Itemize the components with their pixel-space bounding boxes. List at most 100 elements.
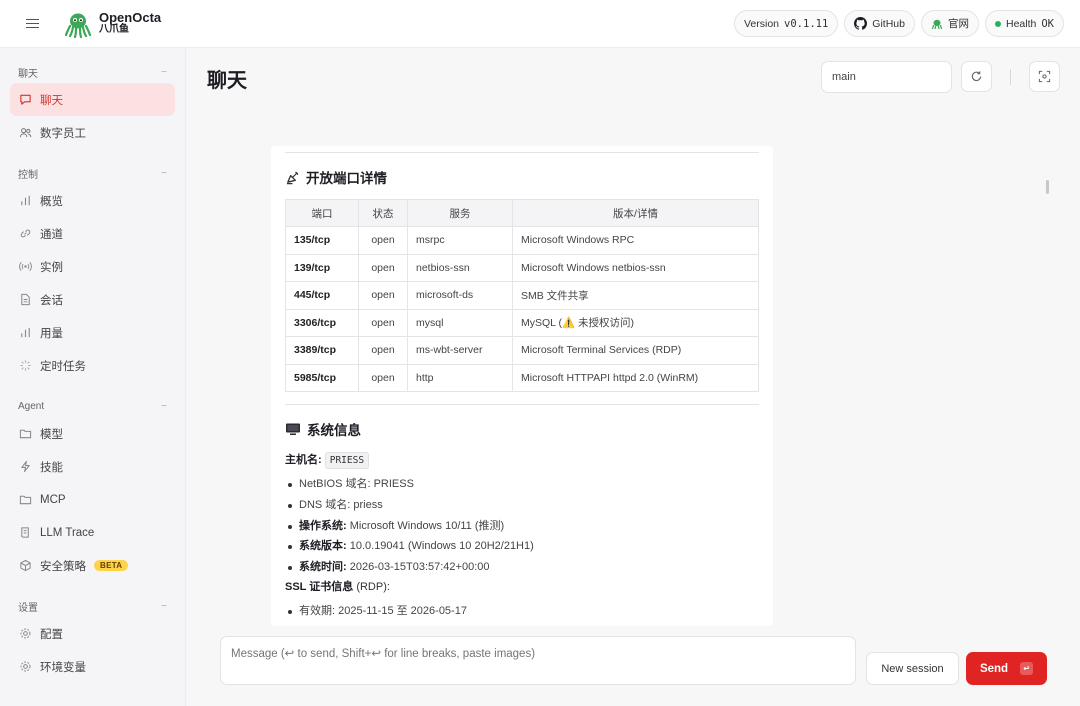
sidebar-item-skills[interactable]: 技能: [10, 450, 175, 483]
github-label: GitHub: [872, 17, 905, 30]
sidebar-item-digital-employees[interactable]: 数字员工: [10, 116, 175, 149]
send-button[interactable]: Send ↵: [966, 652, 1047, 685]
collapse-icon: −: [161, 66, 167, 78]
sidebar-item-label: 定时任务: [40, 360, 86, 373]
item-value: 2026-03-15T03:57:42+00:00: [346, 561, 490, 574]
table-header: 端口: [285, 199, 359, 227]
toolbar-divider: [1010, 69, 1011, 85]
octopus-small-icon: [931, 19, 943, 29]
health-label: Health: [1005, 17, 1037, 30]
section-header-control[interactable]: 控制 −: [10, 162, 175, 184]
sidebar-item-label: 通道: [40, 228, 63, 241]
version-label: Version: [744, 17, 780, 30]
section-title: Agent: [18, 400, 45, 412]
broadcast-icon: [19, 261, 32, 272]
hostname-label: 主机名:: [285, 454, 322, 466]
table-cell: netbios-ssn: [407, 253, 513, 282]
section-header-chat[interactable]: 聊天 −: [10, 61, 175, 83]
session-key-input[interactable]: [821, 61, 952, 93]
sidebar-item-label: MCP: [40, 493, 66, 506]
sidebar-item-instances[interactable]: 实例: [10, 250, 175, 283]
list-item: 有效期: 2025-11-15 至 2026-05-17: [285, 601, 759, 622]
ssl-heading: SSL 证书信息 (RDP):: [285, 578, 759, 594]
github-link[interactable]: GitHub: [844, 10, 915, 37]
sidebar-item-mcp[interactable]: MCP: [10, 483, 175, 516]
sidebar-item-label: 概览: [40, 195, 63, 208]
item-label: 操作系统:: [299, 519, 347, 532]
brand-subtitle: 八爪鱼: [99, 24, 129, 36]
hamburger-icon: [25, 22, 39, 25]
refresh-button[interactable]: [961, 61, 992, 92]
table-cell: msrpc: [407, 226, 513, 255]
table-cell: open: [358, 226, 408, 255]
sidebar-item-channels[interactable]: 通道: [10, 217, 175, 250]
satellite-icon: [286, 171, 299, 184]
table-cell: Microsoft Terminal Services (RDP): [512, 336, 759, 365]
table-cell: 3306/tcp: [285, 308, 359, 337]
document-icon: [21, 293, 30, 306]
table-cell: 135/tcp: [285, 226, 359, 255]
section-title: 控制: [18, 169, 38, 181]
heading-text: 系统信息: [307, 423, 361, 438]
github-icon: [854, 17, 868, 30]
sidebar-item-models[interactable]: 模型: [10, 417, 175, 450]
focus-icon: [1038, 70, 1051, 83]
chat-scrollbar[interactable]: [1046, 180, 1049, 194]
table-cell: mysql: [407, 308, 513, 337]
sidebar-item-label: 模型: [40, 428, 63, 441]
item-value: 2025-11-15 至 2026-05-17: [335, 604, 467, 617]
version-value: v0.1.11: [784, 17, 829, 30]
list-item: 系统版本: 10.0.19041 (Windows 10 20H2/21H1): [285, 536, 759, 557]
table-cell: 5985/tcp: [285, 363, 359, 392]
sidebar-item-config[interactable]: 配置: [10, 617, 175, 650]
sidebar-item-label: 用量: [40, 327, 63, 340]
table-row: 5985/tcp open http Microsoft HTTPAPI htt…: [285, 363, 759, 392]
sidebar-item-label: 聊天: [40, 94, 63, 107]
main-content: 聊天 开放端口详情 端口 状态 服务 版本/详情 135/tcp: [187, 48, 1080, 706]
sidebar-item-label: 安全策略: [40, 560, 86, 573]
sidebar-item-llm-trace[interactable]: LLM Trace: [10, 516, 175, 549]
monitor-icon: [286, 423, 300, 435]
health-status: Health OK: [984, 10, 1064, 37]
gear-icon: [20, 661, 31, 672]
bar-chart-icon: [21, 327, 30, 338]
sidebar-item-env-vars[interactable]: 环境变量: [10, 650, 175, 683]
sidebar-item-label: 数字员工: [40, 127, 86, 140]
sidebar-item-sessions[interactable]: 会话: [10, 283, 175, 316]
menu-toggle-button[interactable]: [0, 0, 64, 48]
website-link[interactable]: 官网: [920, 10, 979, 37]
sidebar: 聊天 − 聊天 数字员工 控制 − 概览 通道 实例 会话 用量 定时任务 Agen…: [0, 48, 186, 706]
item-label: NetBIOS 域名:: [299, 478, 371, 490]
scroll-icon: [21, 527, 29, 538]
item-label: 系统版本:: [299, 540, 347, 553]
table-row: 445/tcp open microsoft-ds SMB 文件共享: [285, 281, 759, 310]
divider: [285, 152, 759, 153]
item-value: PRIESS: [370, 478, 414, 490]
users-icon: [19, 128, 32, 138]
section-header-agent[interactable]: Agent −: [10, 395, 175, 417]
sidebar-item-security-policy[interactable]: 安全策略 BETA: [10, 549, 175, 582]
octopus-logo-icon: [64, 13, 92, 38]
sidebar-item-scheduled-tasks[interactable]: 定时任务: [10, 349, 175, 382]
focus-mode-button[interactable]: [1029, 61, 1060, 92]
new-session-button[interactable]: New session: [866, 652, 959, 685]
item-label: 系统时间:: [299, 561, 347, 574]
table-cell: http: [407, 363, 513, 392]
sidebar-item-overview[interactable]: 概览: [10, 184, 175, 217]
message-input[interactable]: [220, 636, 856, 685]
section-header-settings[interactable]: 设置 −: [10, 595, 175, 617]
brand[interactable]: OpenOcta 八爪鱼: [64, 10, 161, 38]
loader-icon: [20, 360, 31, 371]
ports-table: 端口 状态 服务 版本/详情 135/tcp open msrpc Micros…: [285, 199, 759, 392]
sidebar-item-usage[interactable]: 用量: [10, 316, 175, 349]
item-value: Microsoft Windows 10/11 (推测): [346, 519, 505, 532]
folder-icon: [19, 495, 32, 505]
sidebar-item-chat[interactable]: 聊天: [10, 83, 175, 116]
list-item: 系统时间: 2026-03-15T03:57:42+00:00: [285, 557, 759, 578]
sidebar-item-label: 会话: [40, 294, 63, 307]
item-label: DNS 域名:: [299, 498, 351, 511]
table-cell: 445/tcp: [285, 281, 359, 310]
hostname-value: PRIESS: [324, 452, 370, 469]
table-header: 服务: [407, 199, 513, 227]
section-title: 聊天: [18, 68, 38, 80]
